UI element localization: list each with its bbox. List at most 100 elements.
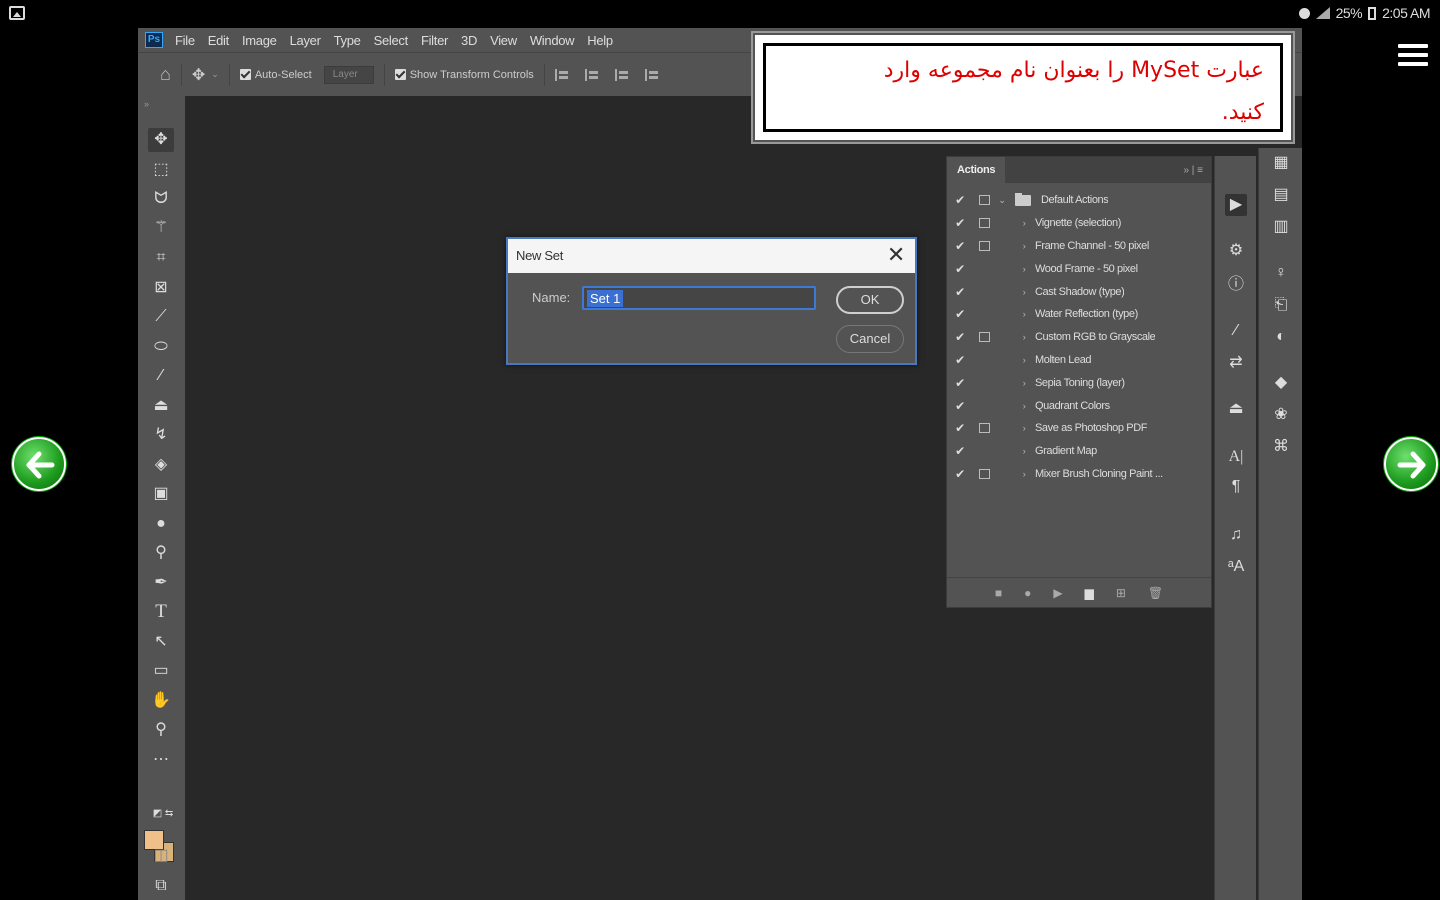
eraser-tool-icon[interactable]: ◈ <box>148 453 174 477</box>
cancel-button[interactable]: Cancel <box>836 325 904 353</box>
ok-button[interactable]: OK <box>836 286 904 314</box>
check-icon[interactable]: ✔ <box>947 444 973 458</box>
auto-select-checkbox[interactable]: Auto-Select <box>239 69 312 81</box>
align-left-icon[interactable] <box>554 68 569 81</box>
new-set-folder-icon[interactable]: ▆ <box>1085 586 1094 600</box>
action-row[interactable]: ✔ › Custom RGB to Grayscale <box>947 326 1211 349</box>
action-row[interactable]: ✔ › Save as Photoshop PDF <box>947 417 1211 440</box>
swap-colors-icon[interactable]: ◩ ⇆ <box>148 802 178 826</box>
collapse-icon[interactable]: » <box>144 99 149 109</box>
check-icon[interactable]: ✔ <box>947 262 973 276</box>
check-icon[interactable]: ✔ <box>947 376 973 390</box>
glyphs-icon[interactable]: ♫ <box>1225 524 1247 546</box>
check-icon[interactable]: ✔ <box>947 193 973 207</box>
frame-tool-icon[interactable]: ⊠ <box>148 276 174 300</box>
screen-mode-icon[interactable]: ⧉ <box>148 874 174 898</box>
check-icon[interactable]: ✔ <box>947 307 973 321</box>
libraries-icon[interactable]: ▤ <box>1270 184 1292 206</box>
history-icon[interactable]: ⎗ <box>1270 294 1292 316</box>
chevron-right-icon[interactable]: › <box>1017 287 1031 297</box>
name-input[interactable]: Set 1 <box>582 286 816 310</box>
check-icon[interactable]: ✔ <box>947 330 973 344</box>
show-transform-checkbox[interactable]: Show Transform Controls <box>394 69 534 81</box>
quick-mask-icon[interactable]: ◫ <box>148 844 174 868</box>
new-action-icon[interactable]: ⊞ <box>1116 586 1126 600</box>
chevron-right-icon[interactable]: › <box>1017 241 1031 251</box>
character-styles-icon[interactable]: ᵃA <box>1225 556 1247 578</box>
menu-layer[interactable]: Layer <box>290 33 321 48</box>
check-icon[interactable]: ✔ <box>947 467 973 481</box>
record-icon[interactable]: ● <box>1024 586 1031 600</box>
menu-view[interactable]: View <box>490 33 517 48</box>
close-icon[interactable]: ✕ <box>887 239 905 271</box>
action-row[interactable]: ✔ › Cast Shadow (type) <box>947 280 1211 303</box>
check-icon[interactable]: ✔ <box>947 216 973 230</box>
rectangle-tool-icon[interactable]: ▭ <box>148 659 174 683</box>
brush-tool-icon[interactable]: ⁄ <box>148 364 174 388</box>
distribute-icon[interactable] <box>644 68 659 81</box>
menu-filter[interactable]: Filter <box>421 33 448 48</box>
stop-icon[interactable]: ■ <box>995 586 1002 600</box>
menu-3d[interactable]: 3D <box>461 33 477 48</box>
panel-menu-icon[interactable]: » | ≡ <box>1183 165 1203 176</box>
pen-tool-icon[interactable]: ✒ <box>148 571 174 595</box>
properties-icon[interactable]: ⚙ <box>1225 240 1247 262</box>
marquee-tool-icon[interactable]: ⬚ <box>148 158 174 182</box>
move-tool-icon[interactable]: ✥ <box>148 128 174 152</box>
swatches-icon[interactable]: ▦ <box>1270 152 1292 174</box>
trash-icon[interactable]: 🗑 <box>1148 586 1163 600</box>
path-selection-tool-icon[interactable]: ↖ <box>148 630 174 654</box>
action-row[interactable]: ✔ › Wood Frame - 50 pixel <box>947 257 1211 280</box>
paths-icon[interactable]: ⌘ <box>1270 436 1292 458</box>
check-icon[interactable]: ✔ <box>947 285 973 299</box>
learn-icon[interactable]: ♀ <box>1270 262 1292 284</box>
chevron-right-icon[interactable]: › <box>1017 332 1031 342</box>
align-right-icon[interactable] <box>614 68 629 81</box>
menu-file[interactable]: File <box>175 33 195 48</box>
action-set-row[interactable]: ✔ ⌄ Default Actions <box>947 189 1211 212</box>
character-icon[interactable]: A| <box>1225 446 1247 468</box>
chevron-right-icon[interactable]: › <box>1017 401 1031 411</box>
blur-tool-icon[interactable]: ● <box>148 512 174 536</box>
magic-wand-tool-icon[interactable]: ⚚ <box>148 216 174 240</box>
layers-icon[interactable]: ◆ <box>1270 372 1292 394</box>
hand-tool-icon[interactable]: ✋ <box>148 689 174 713</box>
gradient-tool-icon[interactable]: ▣ <box>148 482 174 506</box>
previous-arrow-button[interactable] <box>12 437 66 491</box>
healing-tool-icon[interactable]: ⬭ <box>148 335 174 359</box>
menu-image[interactable]: Image <box>242 33 277 48</box>
patterns-icon[interactable]: ▥ <box>1270 216 1292 238</box>
chevron-right-icon[interactable]: › <box>1017 309 1031 319</box>
info-icon[interactable]: ⓘ <box>1225 274 1247 296</box>
adjustments-icon[interactable]: ⇄ <box>1225 352 1247 374</box>
action-row[interactable]: ✔ › Mixer Brush Cloning Paint ... <box>947 463 1211 486</box>
channels-icon[interactable]: ❀ <box>1270 404 1292 426</box>
action-row[interactable]: ✔ › Water Reflection (type) <box>947 303 1211 326</box>
layer-dropdown[interactable]: Layer <box>323 65 374 84</box>
styles-icon[interactable]: ⏏ <box>1225 398 1247 420</box>
more-tools-icon[interactable]: ⋯ <box>148 748 174 772</box>
tab-actions[interactable]: Actions <box>947 157 1006 183</box>
chevron-right-icon[interactable]: › <box>1017 218 1031 228</box>
menu-edit[interactable]: Edit <box>208 33 230 48</box>
lasso-tool-icon[interactable]: ᗢ <box>148 187 174 211</box>
actions-play-icon[interactable]: ▶ <box>1225 194 1247 216</box>
action-row[interactable]: ✔ › Quadrant Colors <box>947 394 1211 417</box>
crop-tool-icon[interactable]: ⌗ <box>148 246 174 270</box>
action-row[interactable]: ✔ › Vignette (selection) <box>947 212 1211 235</box>
menu-select[interactable]: Select <box>374 33 409 48</box>
brush-settings-icon[interactable]: ⁄ <box>1225 320 1247 342</box>
chevron-down-icon[interactable]: ⌄ <box>211 69 219 80</box>
chevron-right-icon[interactable]: › <box>1017 446 1031 456</box>
check-icon[interactable]: ✔ <box>947 399 973 413</box>
menu-window[interactable]: Window <box>530 33 575 48</box>
stamp-tool-icon[interactable]: ⏏ <box>148 394 174 418</box>
menu-type[interactable]: Type <box>334 33 361 48</box>
check-icon[interactable]: ✔ <box>947 239 973 253</box>
next-arrow-button[interactable] <box>1384 437 1438 491</box>
check-icon[interactable]: ✔ <box>947 353 973 367</box>
color-icon[interactable]: ◐ <box>1270 326 1292 348</box>
chevron-right-icon[interactable]: › <box>1017 355 1031 365</box>
dodge-tool-icon[interactable]: ⚲ <box>148 541 174 565</box>
chevron-down-icon[interactable]: ⌄ <box>995 195 1009 206</box>
